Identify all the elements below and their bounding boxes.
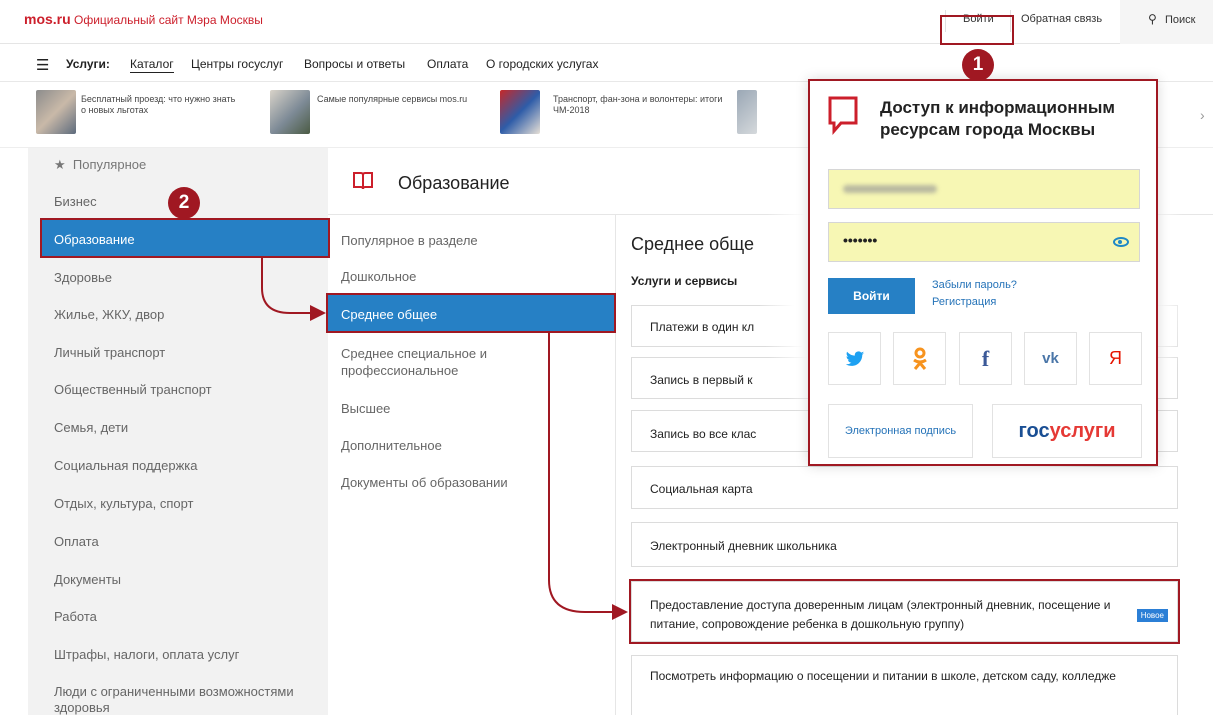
- yandex-icon[interactable]: Я: [1089, 332, 1142, 385]
- arrow: [261, 258, 326, 321]
- login-field[interactable]: [828, 169, 1140, 209]
- password-field[interactable]: •••••••: [828, 222, 1140, 262]
- odnoklassniki-icon[interactable]: [893, 332, 946, 385]
- mos-speech-icon: [828, 96, 858, 135]
- esignature-button[interactable]: Электронная подпись: [828, 404, 973, 458]
- step-marker-2: 2: [168, 187, 200, 219]
- facebook-icon[interactable]: f: [959, 332, 1012, 385]
- register-link[interactable]: Регистрация: [932, 296, 996, 308]
- gosuslugi-logo-b: услуги: [1049, 420, 1116, 442]
- vk-icon[interactable]: vk: [1024, 332, 1077, 385]
- step-marker-1: 1: [962, 49, 994, 81]
- eye-icon[interactable]: [1113, 237, 1129, 247]
- login-button[interactable]: Войти: [828, 278, 915, 314]
- arrow: [548, 333, 628, 620]
- popup-title: Доступ к информационным ресурсам города …: [880, 98, 1115, 139]
- forgot-password-link[interactable]: Забыли пароль?: [932, 279, 1017, 291]
- gosuslugi-button[interactable]: госуслуги: [992, 404, 1142, 458]
- login-popup: Доступ к информационным ресурсам города …: [808, 79, 1158, 466]
- gosuslugi-logo-a: гос: [1018, 420, 1050, 442]
- twitter-icon[interactable]: [828, 332, 881, 385]
- blurred-login-value: [843, 185, 937, 193]
- password-value: •••••••: [843, 232, 878, 248]
